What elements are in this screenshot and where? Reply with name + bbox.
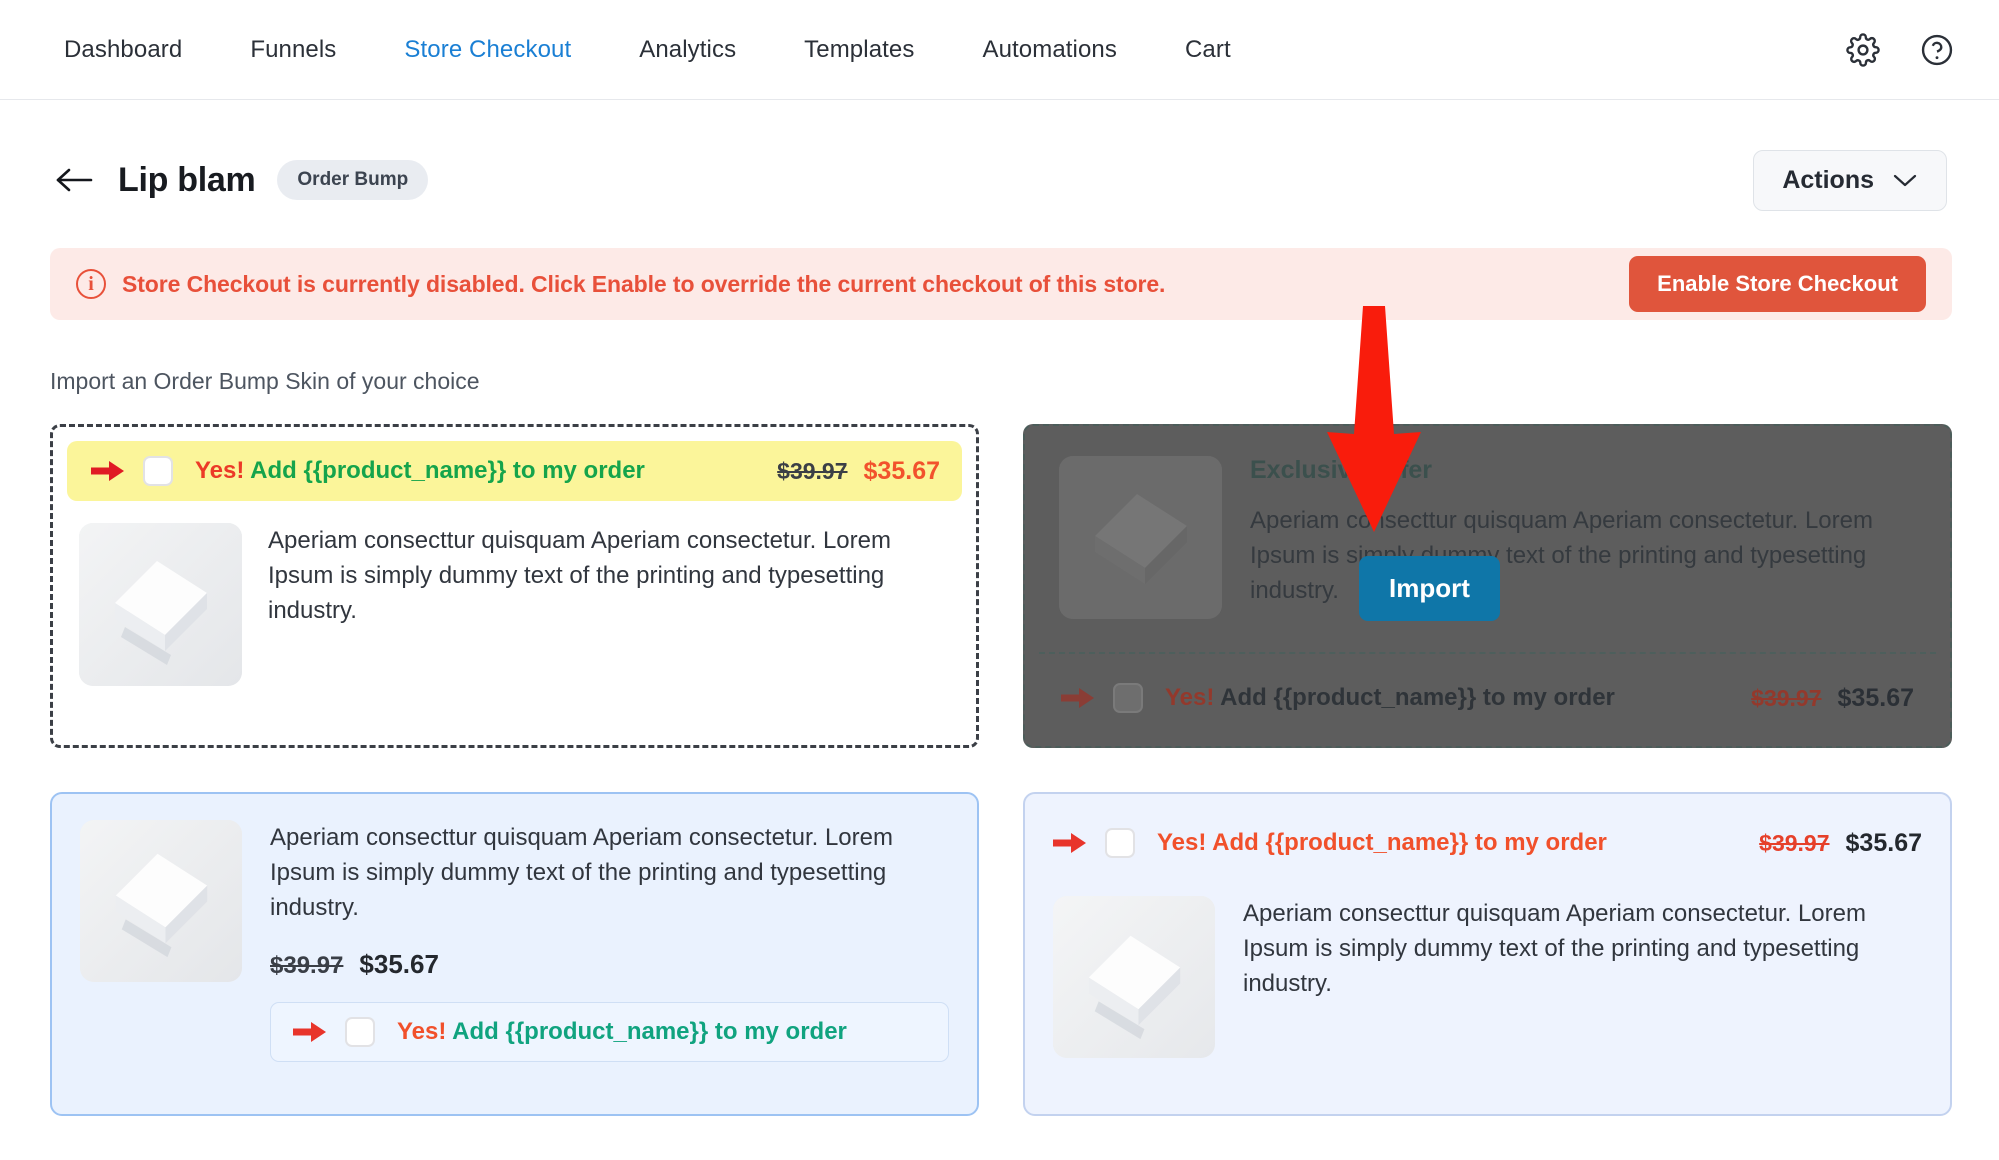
chevron-down-icon [1892,166,1918,195]
order-bump-skin-grid: Yes! Add {{product_name}} to my order $3… [50,306,1952,1160]
skin-grid-row: Aperiam consecttur quisquam Aperiam cons… [50,792,1952,1116]
skin-card-dim-overlay[interactable]: Exclusive Offer Aperiam consecttur quisq… [1023,424,1952,748]
order-bump-checkbox[interactable] [345,1017,375,1048]
order-bump-prices: $39.97 $35.67 [1759,829,1922,858]
product-box-image [80,820,242,982]
nav-item-list: Dashboard Funnels Store Checkout Analyti… [0,36,1265,64]
order-bump-prices: $39.97 $35.67 [1751,684,1914,713]
order-bump-yes-text: Yes! [1157,829,1207,856]
skin-card-selected-frame[interactable]: Yes! Add {{product_name}} to my order $3… [50,424,979,748]
banner-message: Store Checkout is currently disabled. Cl… [122,270,1166,297]
product-box-image [1053,896,1215,1058]
skin-description: Aperiam consecttur quisquam Aperiam cons… [270,824,893,922]
skin-card-exclusive-offer[interactable]: Exclusive Offer Aperiam consecttur quisq… [1023,306,1952,748]
skin-price-row: $39.97 $35.67 [270,949,949,980]
order-bump-checkbox[interactable] [1113,683,1143,713]
skin-card-text-column: Exclusive Offer Aperiam consecttur quisq… [1250,456,1910,619]
order-bump-row[interactable]: Yes! Add {{product_name}} to my order [270,1002,949,1063]
skin-grid-row: Yes! Add {{product_name}} to my order $3… [50,306,1952,748]
skin-card-yellow-highlight[interactable]: Yes! Add {{product_name}} to my order $3… [50,424,979,748]
order-bump-offer-text: Add {{product_name}} to my order [250,457,645,484]
store-checkout-disabled-banner: i Store Checkout is currently disabled. … [50,248,1952,320]
section-label: Import an Order Bump Skin of your choice [50,368,480,394]
order-bump-checkbox[interactable] [1105,828,1135,858]
nav-item-automations[interactable]: Automations [948,36,1151,64]
order-bump-row[interactable]: Yes! Add {{product_name}} to my order $3… [67,441,962,501]
price-original: $39.97 [777,457,848,484]
right-arrow-icon [1061,685,1095,711]
skin-card-frame[interactable]: Yes! Add {{product_name}} to my order $3… [1023,792,1952,1116]
price-original: $39.97 [270,952,344,980]
price-original: $39.97 [1759,829,1830,856]
order-bump-prices: $39.97 $35.67 [777,457,940,486]
order-bump-yes-text: Yes! [397,1018,447,1046]
nav-item-store-checkout[interactable]: Store Checkout [370,36,605,64]
order-bump-label: Yes! Add {{product_name}} to my order [397,1018,847,1046]
product-box-image [79,523,242,686]
order-bump-row[interactable]: Yes! Add {{product_name}} to my order $3… [1025,650,1950,746]
skin-card-body: Aperiam consecttur quisquam Aperiam cons… [67,501,962,686]
skin-description: Aperiam consecttur quisquam Aperiam cons… [1250,507,1873,605]
order-bump-checkbox[interactable] [143,456,173,486]
top-navigation-bar: Dashboard Funnels Store Checkout Analyti… [0,0,1999,100]
order-bump-label: Yes! Add {{product_name}} to my order [195,457,645,485]
back-arrow-icon[interactable] [52,158,96,202]
help-circle-icon[interactable] [1919,32,1955,68]
order-bump-offer-text: Add {{product_name}} to my order [452,1018,847,1046]
price-discounted: $35.67 [359,949,439,980]
nav-item-templates[interactable]: Templates [770,36,948,64]
skin-card-blue[interactable]: Aperiam consecttur quisquam Aperiam cons… [50,792,979,1116]
actions-button-label: Actions [1782,165,1874,194]
order-bump-offer-text: Add {{product_name}} to my order [1220,684,1615,711]
skin-card-lavender[interactable]: Yes! Add {{product_name}} to my order $3… [1023,792,1952,1116]
skin-description: Aperiam consecttur quisquam Aperiam cons… [268,527,891,625]
price-original: $39.97 [1751,684,1822,711]
order-bump-offer-text: Add {{product_name}} to my order [1212,829,1607,856]
price-discounted: $35.67 [1837,683,1914,712]
order-bump-yes-text: Yes! [1165,684,1215,711]
actions-button[interactable]: Actions [1753,149,1947,211]
nav-item-analytics[interactable]: Analytics [605,36,770,64]
product-box-image [1059,456,1222,619]
enable-store-checkout-button[interactable]: Enable Store Checkout [1629,256,1926,312]
import-button[interactable]: Import [1359,556,1500,621]
skin-card-frame[interactable]: Aperiam consecttur quisquam Aperiam cons… [50,792,979,1116]
page-title: Lip blam [118,160,256,199]
right-arrow-icon [91,458,125,484]
order-bump-label: Yes! Add {{product_name}} to my order [1165,684,1615,712]
skin-description: Aperiam consecttur quisquam Aperiam cons… [1243,900,1866,998]
price-discounted: $35.67 [863,456,940,485]
nav-item-funnels[interactable]: Funnels [216,36,370,64]
info-icon: i [76,269,106,299]
status-badge: Order Bump [277,160,429,200]
price-discounted: $35.67 [1845,828,1922,857]
right-arrow-icon [293,1019,327,1045]
skin-card-body: Aperiam consecttur quisquam Aperiam cons… [1053,896,1922,1058]
nav-item-dashboard[interactable]: Dashboard [30,36,216,64]
gear-icon[interactable] [1845,32,1881,68]
order-bump-label: Yes! Add {{product_name}} to my order [1157,829,1607,857]
order-bump-yes-text: Yes! [195,457,245,484]
skin-title: Exclusive Offer [1250,456,1433,484]
right-arrow-icon [1053,830,1087,856]
skin-card-text-column: Aperiam consecttur quisquam Aperiam cons… [270,820,949,1088]
nav-item-cart[interactable]: Cart [1151,36,1265,64]
nav-right-actions [1845,32,1999,68]
order-bump-row[interactable]: Yes! Add {{product_name}} to my order $3… [1053,816,1922,870]
page-header: Lip blam Order Bump Actions [0,140,1999,220]
